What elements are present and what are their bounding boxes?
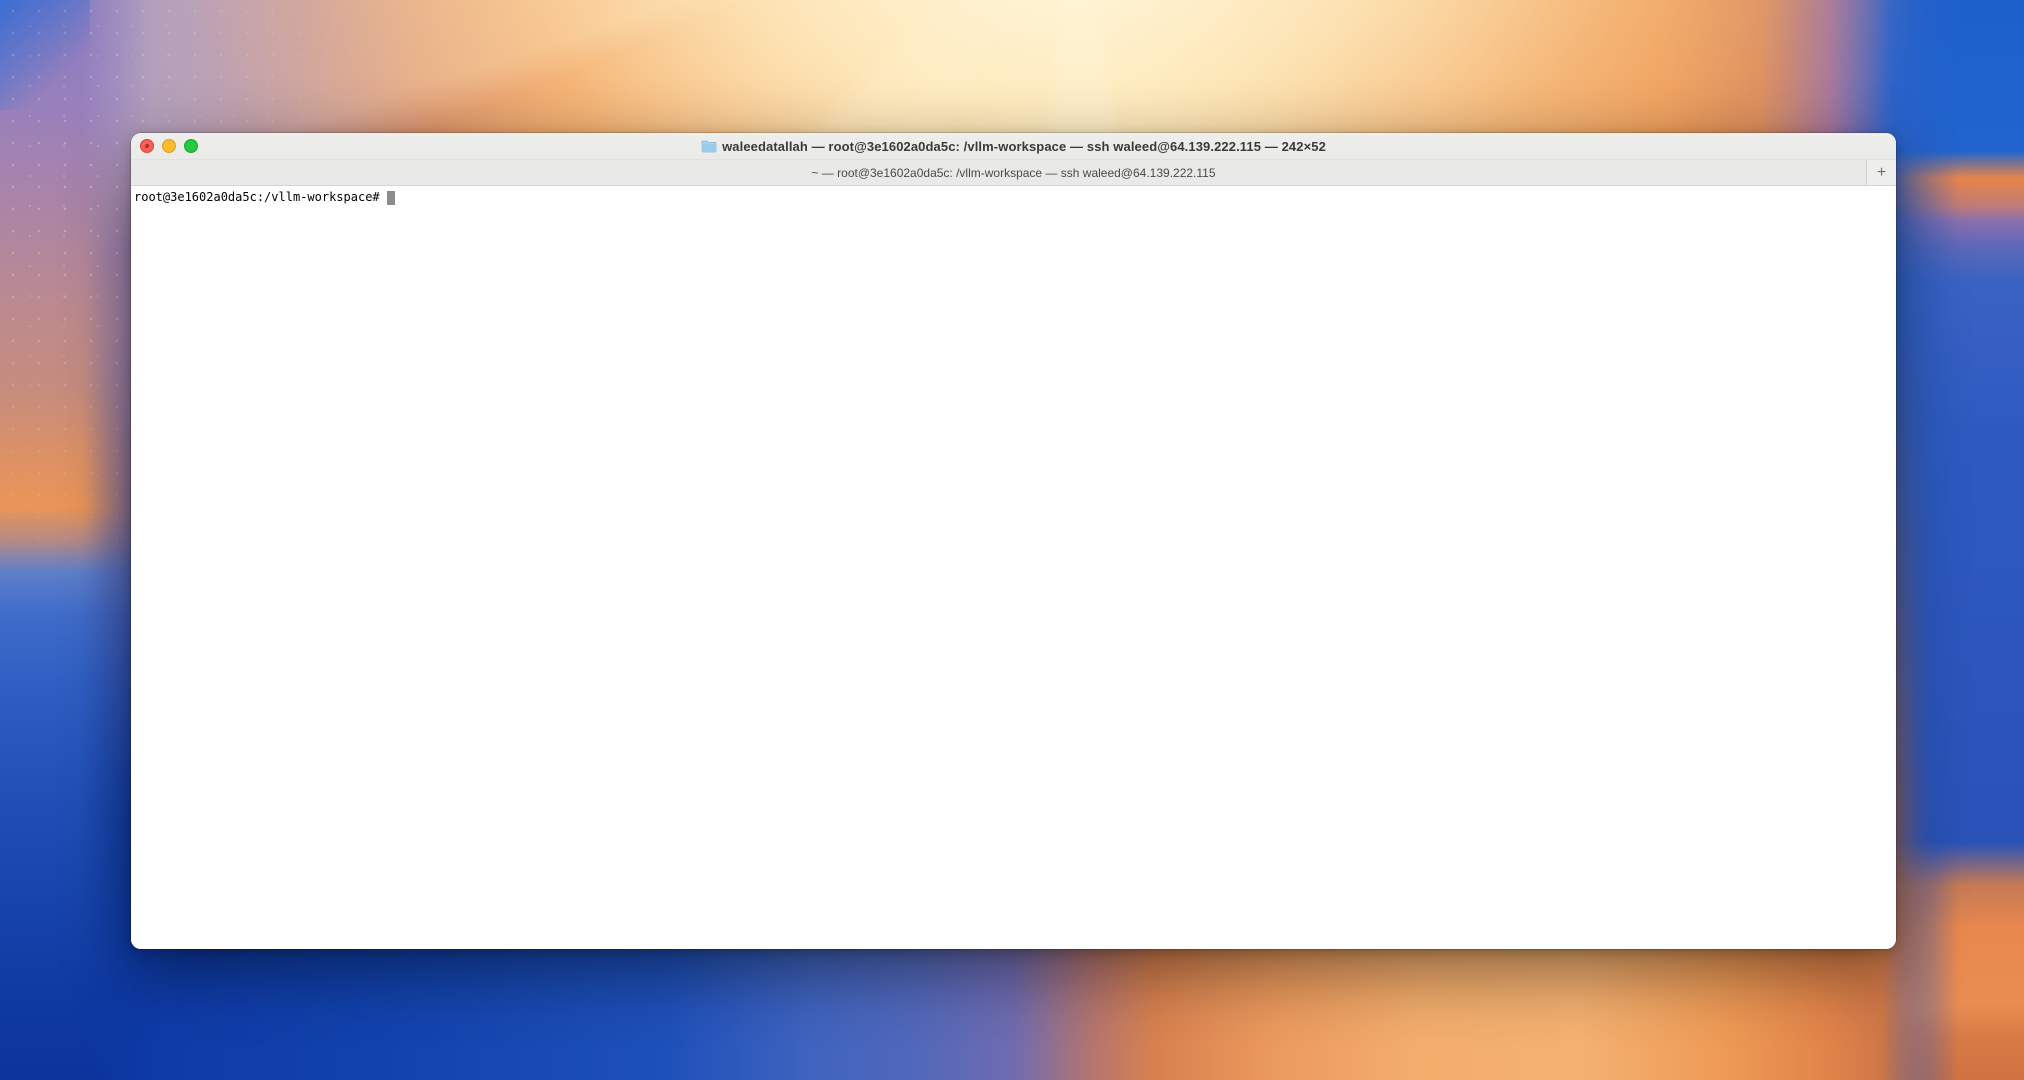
traffic-lights bbox=[140, 133, 198, 159]
plus-icon: + bbox=[1876, 163, 1887, 181]
folder-proxy-icon bbox=[701, 140, 717, 152]
terminal-window: waleedatallah — root@3e1602a0da5c: /vllm… bbox=[131, 133, 1896, 949]
new-tab-button[interactable]: + bbox=[1866, 160, 1896, 185]
window-title: waleedatallah — root@3e1602a0da5c: /vllm… bbox=[701, 139, 1326, 154]
wallpaper-right-bands bbox=[1879, 0, 2024, 1080]
close-button[interactable] bbox=[140, 139, 154, 153]
zoom-button[interactable] bbox=[184, 139, 198, 153]
tab-bar: ~ — root@3e1602a0da5c: /vllm-workspace —… bbox=[131, 159, 1896, 186]
terminal-content[interactable]: root@3e1602a0da5c:/vllm-workspace# bbox=[131, 186, 1896, 949]
window-titlebar[interactable]: waleedatallah — root@3e1602a0da5c: /vllm… bbox=[131, 133, 1896, 159]
prompt-line: root@3e1602a0da5c:/vllm-workspace# bbox=[134, 190, 1893, 205]
desktop: waleedatallah — root@3e1602a0da5c: /vllm… bbox=[0, 0, 2024, 1080]
tab-title[interactable]: ~ — root@3e1602a0da5c: /vllm-workspace —… bbox=[811, 166, 1215, 180]
prompt-text: root@3e1602a0da5c:/vllm-workspace# bbox=[134, 190, 380, 204]
minimize-button[interactable] bbox=[162, 139, 176, 153]
terminal-cursor bbox=[386, 190, 395, 205]
window-title-text: waleedatallah — root@3e1602a0da5c: /vllm… bbox=[722, 138, 1326, 154]
